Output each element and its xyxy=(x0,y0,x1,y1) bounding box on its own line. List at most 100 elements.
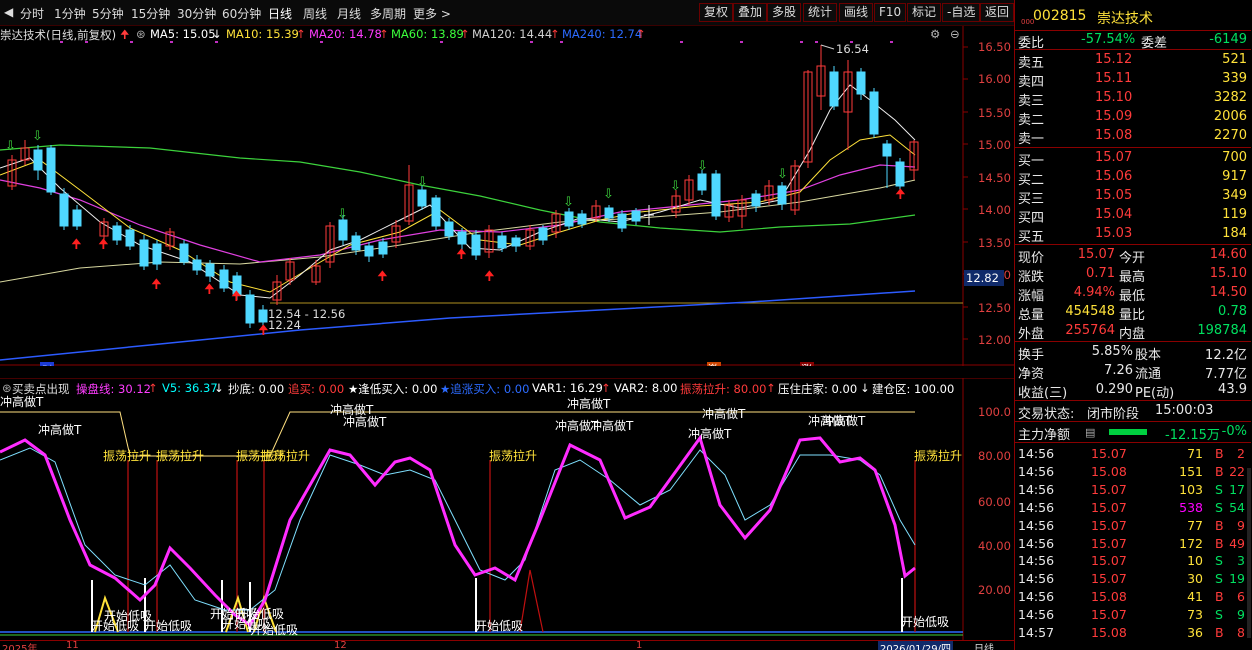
price-tick: 16.50 xyxy=(978,40,1011,54)
boost-marker[interactable]: 激 xyxy=(708,362,719,366)
period-tab-5min[interactable]: 5分钟 xyxy=(92,5,124,22)
svg-text:🠉: 🠉 xyxy=(456,247,467,262)
high-price-label: 16.54 xyxy=(836,42,869,56)
draw-line-button[interactable]: 画线 xyxy=(839,3,874,22)
date-label: 12 xyxy=(334,640,347,650)
stat-row: 涨跌 0.71 最高 15.10 xyxy=(1018,266,1247,285)
price-axis: 16.50 16.00 15.50 15.00 14.50 14.00 13.5… xyxy=(978,40,1011,347)
fund-row: 换手 5.85% 股本 12.2亿 xyxy=(1018,344,1247,363)
bid-row[interactable]: 买四 15.04 119 xyxy=(1015,206,1251,226)
tick-row: 14:56 15.07 71 B 2 xyxy=(1018,446,1245,461)
label-buy: 开始低吸 xyxy=(144,619,192,633)
sell-arrows: ⇩ ⇩ ⇩ ⇩ ⇩ ⇩ ⇩ ⇩ ⇩ xyxy=(5,129,788,222)
period-tab-more[interactable]: 更多 > xyxy=(413,5,451,22)
svg-text:⇩: ⇩ xyxy=(603,187,614,202)
svg-text:🠉: 🠉 xyxy=(484,269,495,284)
ask-row[interactable]: 卖五 15.12 521 xyxy=(1015,51,1251,71)
tick-row: 14:56 15.07 30 S 19 xyxy=(1018,571,1245,587)
price-tick: 14.00 xyxy=(978,203,1011,217)
quote-panel: 000 002815 崇达技术 委比 -57.54% 委差 -6149 卖五 15… xyxy=(1014,0,1252,650)
label-high: 冲高做T xyxy=(702,406,746,421)
price-tick: 16.00 xyxy=(978,72,1011,86)
label-high: 冲高做T xyxy=(822,413,866,428)
svg-text:🠉: 🠉 xyxy=(151,277,162,292)
label-high: 冲高做T xyxy=(38,422,82,437)
tick-row: 14:56 15.07 172 B 49 xyxy=(1018,535,1245,551)
ma240-line xyxy=(0,290,916,361)
statistics-button[interactable]: 统计 xyxy=(803,3,838,22)
period-tab-weekly[interactable]: 周线 xyxy=(303,5,327,22)
ind-tick: 60.00 xyxy=(978,495,1011,509)
svg-text:🠉: 🠉 xyxy=(71,237,82,252)
list-icon[interactable]: ▤ xyxy=(1085,426,1095,439)
svg-text:⇩: ⇩ xyxy=(337,207,348,222)
tick-row: 14:56 15.07 103 S 17 xyxy=(1018,481,1245,497)
fund-row: 收益(三) 0.290 PE(动) 43.9 xyxy=(1018,382,1247,401)
period-tab-30min[interactable]: 30分钟 xyxy=(177,5,216,22)
stock-header: 000 002815 崇达技术 xyxy=(1015,8,1251,30)
label-high: 冲高做T xyxy=(590,418,634,433)
ind-tick: 40.00 xyxy=(978,539,1011,553)
svg-text:⇩: ⇩ xyxy=(417,175,428,190)
overlay-button[interactable]: 叠加 xyxy=(733,3,768,22)
label-buy: 开始低吸 xyxy=(91,619,139,633)
price-axis-ticks xyxy=(963,46,968,340)
finance-marker[interactable]: 财 xyxy=(42,363,53,366)
flow-bar xyxy=(1109,429,1147,435)
bid-row[interactable]: 买一 15.07 700 xyxy=(1015,149,1251,169)
mark-button[interactable]: 标记 xyxy=(907,3,942,22)
label-pull: 振荡拉升 xyxy=(262,448,310,463)
cursor-date: 2026/01/29/四 xyxy=(878,641,954,650)
label-buy: 开始低吸 xyxy=(901,615,949,629)
period-tab-monthly[interactable]: 月线 xyxy=(337,5,361,22)
bid-row[interactable]: 买三 15.05 349 xyxy=(1015,187,1251,207)
candlestick-chart[interactable]: 16.50 16.00 15.50 15.00 14.50 14.00 13.5… xyxy=(0,26,1014,366)
label-high: 冲高做T xyxy=(0,394,44,409)
left-arrow-icon[interactable]: ◀ xyxy=(4,5,13,19)
period-tab-minute[interactable]: 分时 xyxy=(20,5,44,22)
tick-scrollbar[interactable] xyxy=(1247,468,1251,638)
tick-row: 14:56 15.08 151 B 22 xyxy=(1018,463,1245,479)
bid-row[interactable]: 买五 15.03 184 xyxy=(1015,225,1251,245)
ask-row[interactable]: 卖四 15.11 339 xyxy=(1015,70,1251,90)
ask-row[interactable]: 卖二 15.09 2006 xyxy=(1015,108,1251,128)
tick-row: 14:57 15.08 36 B 8 xyxy=(1018,625,1245,640)
indicator-chart[interactable]: 100.0 80.00 60.00 40.00 20.00 冲高做T 冲高做T … xyxy=(0,378,1014,640)
svg-text:🠉: 🠉 xyxy=(231,289,242,304)
current-price-label: 12.82 xyxy=(966,271,999,285)
svg-text:⇩: ⇩ xyxy=(563,195,574,210)
weibi-row: 委比 -57.54% 委差 -6149 xyxy=(1018,32,1247,51)
v5-line xyxy=(0,447,916,611)
svg-text:⇩: ⇩ xyxy=(670,179,681,194)
period-tab-1min[interactable]: 1分钟 xyxy=(54,5,86,22)
stock-code: 002815 xyxy=(1033,8,1087,24)
bid-row[interactable]: 买二 15.06 917 xyxy=(1015,168,1251,188)
period-tab-multi[interactable]: 多周期 xyxy=(370,5,406,22)
main-flow-row: 主力净额 ▤ -12.15万 -0% xyxy=(1018,424,1247,443)
tick-row: 14:56 15.07 73 S 9 xyxy=(1018,607,1245,623)
remove-watchlist-button[interactable]: -自选 xyxy=(942,3,981,22)
period-tab-daily[interactable]: 日线 xyxy=(268,5,292,22)
ask-row[interactable]: 卖三 15.10 3282 xyxy=(1015,89,1251,109)
f10-button[interactable]: F10 xyxy=(874,3,907,22)
ask-row[interactable]: 卖一 15.08 2270 xyxy=(1015,127,1251,147)
back-button[interactable]: 返回 xyxy=(980,3,1015,22)
date-label: 2025年 xyxy=(2,644,38,650)
top-signal-dots xyxy=(60,41,893,43)
date-axis: 2025年 11 12 1 2026/01/29/四 日线 xyxy=(0,640,1014,650)
label-pull: 振荡拉升 xyxy=(489,448,537,463)
period-tab-60min[interactable]: 60分钟 xyxy=(222,5,261,22)
stat-row: 现价 15.07 今开 14.60 xyxy=(1018,247,1247,266)
price-tick: 14.50 xyxy=(978,171,1011,185)
period-tab-15min[interactable]: 15分钟 xyxy=(131,5,170,22)
svg-text:⇩: ⇩ xyxy=(5,139,16,154)
candles xyxy=(7,45,919,330)
multi-stock-button[interactable]: 多股 xyxy=(767,3,802,22)
ind-tick: 100.0 xyxy=(978,405,1011,419)
operating-line xyxy=(0,434,916,628)
rise-marker[interactable]: 涨 xyxy=(801,363,812,366)
adjust-button[interactable]: 复权 xyxy=(699,3,734,22)
stat-row: 涨幅 4.94% 最低 14.50 xyxy=(1018,285,1247,304)
ind-tick: 20.00 xyxy=(978,583,1011,597)
fund-row: 净资 7.26 流通 7.77亿 xyxy=(1018,363,1247,382)
